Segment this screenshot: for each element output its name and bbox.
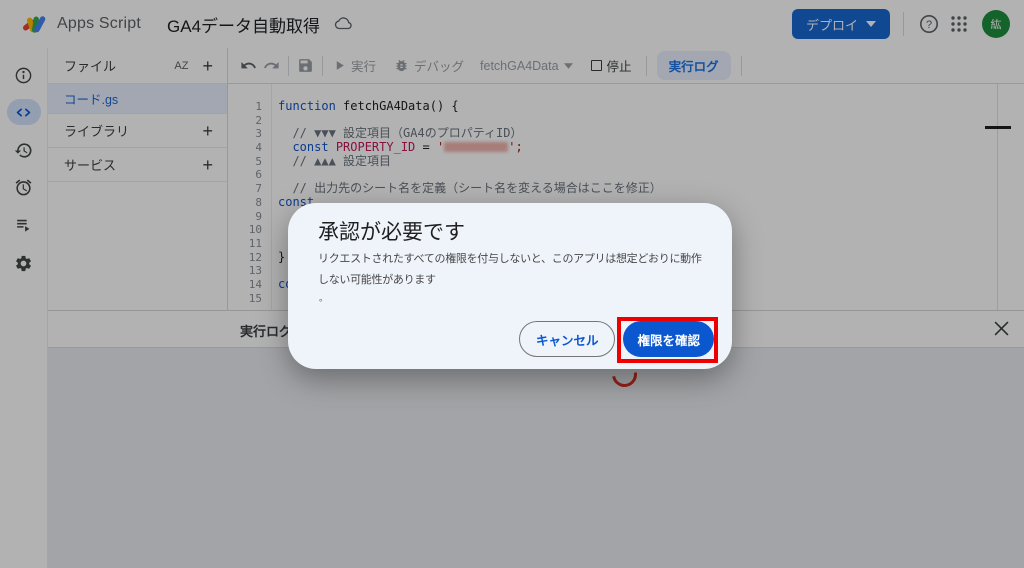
authorization-dialog: 承認が必要です リクエストされたすべての権限を付与しないと、このアプリは想定どお… (288, 203, 732, 369)
review-permissions-button[interactable]: 権限を確認 (623, 321, 714, 357)
dialog-actions: キャンセル 権限を確認 (518, 321, 714, 357)
dialog-body-period: 。 (319, 293, 329, 303)
apps-script-window: Apps Script GA4データ自動取得 デプロイ ? 紘 ファイル AZ … (0, 0, 1024, 568)
dialog-body: リクエストされたすべての権限を付与しないと、このアプリは想定どおりに動作しない可… (318, 253, 702, 286)
cancel-button[interactable]: キャンセル (518, 321, 616, 357)
dialog-title: 承認が必要です (318, 221, 465, 244)
